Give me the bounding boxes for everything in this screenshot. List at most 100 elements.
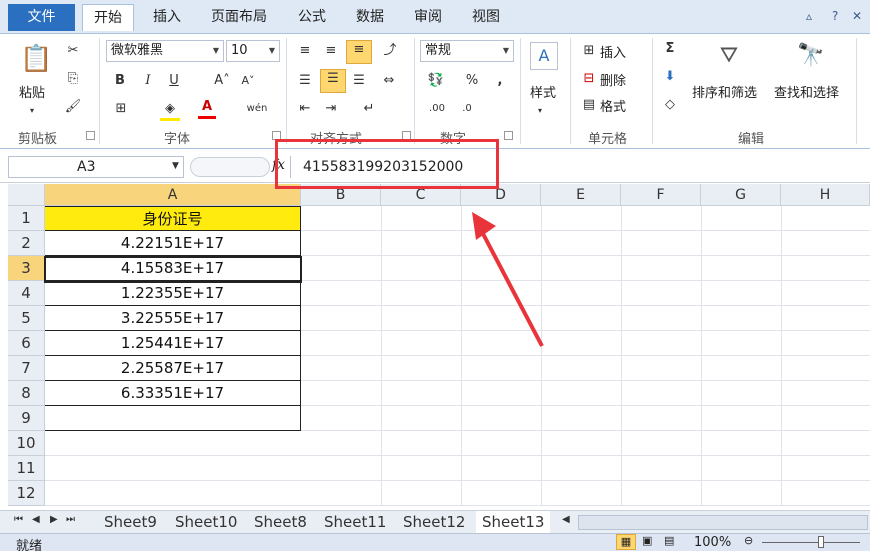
text-orientation-icon[interactable]: ⤴	[380, 42, 400, 60]
wrap-text-icon[interactable]: ↵	[358, 100, 380, 118]
italic-button[interactable]: I	[140, 72, 156, 90]
tab-home[interactable]: 开始	[82, 4, 134, 31]
format-painter-icon[interactable]: 🖌	[64, 98, 82, 116]
find-select-icon[interactable]: 🔭	[794, 40, 828, 72]
cell-a9[interactable]	[45, 406, 301, 431]
row-header[interactable]: 3	[8, 256, 45, 281]
align-middle-icon[interactable]: ≡	[322, 42, 340, 60]
bold-button[interactable]: B	[112, 72, 128, 90]
column-header[interactable]: G	[701, 184, 781, 206]
sheet-tab[interactable]: Sheet8	[254, 511, 307, 533]
zoom-level[interactable]: 100%	[694, 535, 731, 550]
percent-button[interactable]: %	[464, 72, 480, 90]
paste-icon[interactable]: 📋	[20, 42, 52, 76]
cell-a1[interactable]: 身份证号	[45, 206, 301, 231]
cut-icon[interactable]: ✂	[64, 42, 82, 60]
tab-formulas[interactable]: 公式	[288, 4, 336, 31]
cell-a4[interactable]: 1.22355E+17	[45, 281, 301, 306]
decrease-font-icon[interactable]: A˅	[238, 72, 258, 90]
fill-color-icon[interactable]: ◈	[160, 100, 180, 121]
increase-font-icon[interactable]: A˄	[212, 72, 232, 90]
tab-review[interactable]: 审阅	[404, 4, 452, 31]
last-sheet-icon[interactable]: ⏭	[66, 514, 75, 525]
tab-insert[interactable]: 插入	[143, 4, 191, 31]
tab-page-layout[interactable]: 页面布局	[200, 4, 278, 31]
font-size-select[interactable]: 10 ▼	[226, 40, 280, 62]
sheet-tab[interactable]: Sheet10	[175, 511, 237, 533]
name-box-dropdown-icon[interactable]: ▼	[172, 161, 179, 171]
help-icon[interactable]: ?	[832, 9, 838, 23]
sheet-tab[interactable]: Sheet12	[403, 511, 465, 533]
sheet-tab[interactable]: Sheet11	[324, 511, 386, 533]
accounting-format-icon[interactable]: 💱	[426, 72, 446, 90]
row-header[interactable]: 2	[8, 231, 45, 256]
page-break-view-icon[interactable]: ▤	[664, 534, 674, 547]
decrease-decimal-icon[interactable]: .0	[456, 100, 478, 118]
normal-view-icon[interactable]: ▦	[616, 534, 636, 550]
tab-file[interactable]: 文件	[8, 4, 75, 31]
page-layout-view-icon[interactable]: ▣	[642, 534, 652, 547]
paste-dropdown-icon[interactable]: ▾	[30, 102, 34, 120]
styles-icon[interactable]: A	[530, 42, 558, 70]
align-center-icon[interactable]: ☰	[320, 69, 346, 93]
copy-icon[interactable]: ⎘	[64, 70, 82, 88]
close-icon[interactable]: ✕	[852, 9, 862, 23]
tab-view[interactable]: 视图	[462, 4, 510, 31]
cell-a6[interactable]: 1.25441E+17	[45, 331, 301, 356]
select-all-corner[interactable]	[8, 184, 45, 206]
cell-a5[interactable]: 3.22555E+17	[45, 306, 301, 331]
zoom-slider[interactable]	[762, 542, 860, 543]
increase-indent-icon[interactable]: ⇥	[322, 100, 340, 118]
font-name-select[interactable]: 微软雅黑 ▼	[106, 40, 224, 62]
cell-a2[interactable]: 4.22151E+17	[45, 231, 301, 256]
sort-filter-icon[interactable]: ⛛	[712, 40, 746, 72]
underline-button[interactable]: U	[166, 72, 182, 90]
horizontal-scrollbar[interactable]	[578, 515, 868, 530]
row-header[interactable]: 8	[8, 381, 45, 406]
font-color-icon[interactable]: A	[198, 98, 216, 119]
insert-cells-button[interactable]: 插入	[600, 42, 626, 61]
comma-button[interactable]: ,	[494, 72, 506, 90]
styles-dropdown-icon[interactable]: ▾	[538, 102, 542, 120]
row-header[interactable]: 10	[8, 431, 45, 456]
align-bottom-icon[interactable]: ≡	[346, 40, 372, 64]
row-header[interactable]: 9	[8, 406, 45, 431]
format-cells-icon[interactable]: ▤	[580, 96, 598, 114]
fill-icon[interactable]: ⬇	[662, 68, 678, 86]
formula-bar-splitter[interactable]	[190, 157, 270, 177]
cell-a8[interactable]: 6.33351E+17	[45, 381, 301, 406]
zoom-slider-thumb[interactable]	[818, 536, 824, 548]
first-sheet-icon[interactable]: ⏮	[14, 514, 23, 525]
row-header[interactable]: 4	[8, 281, 45, 306]
column-header[interactable]: H	[781, 184, 870, 206]
next-sheet-icon[interactable]: ▶	[50, 514, 58, 525]
row-header[interactable]: 7	[8, 356, 45, 381]
align-right-icon[interactable]: ☰	[350, 72, 368, 90]
decrease-indent-icon[interactable]: ⇤	[296, 100, 314, 118]
number-format-select[interactable]: 常规 ▼	[420, 40, 514, 62]
sort-filter-button[interactable]: 排序和筛选	[692, 82, 757, 101]
align-left-icon[interactable]: ☰	[296, 72, 314, 90]
clipboard-launcher-icon[interactable]	[86, 131, 95, 140]
row-header[interactable]: 11	[8, 456, 45, 481]
column-header[interactable]: A	[45, 184, 301, 206]
prev-sheet-icon[interactable]: ◀	[32, 514, 40, 525]
paste-button[interactable]: 粘贴	[19, 82, 45, 101]
clear-icon[interactable]: ◇	[662, 96, 678, 114]
zoom-out-icon[interactable]: ⊖	[744, 534, 753, 547]
name-box[interactable]: A3	[8, 156, 184, 178]
align-top-icon[interactable]: ≡	[296, 42, 314, 60]
delete-cells-icon[interactable]: ⊟	[580, 70, 598, 88]
borders-icon[interactable]: ⊞	[112, 100, 130, 118]
column-header[interactable]: F	[621, 184, 701, 206]
delete-cells-button[interactable]: 删除	[600, 70, 626, 89]
scroll-left-icon[interactable]: ◀	[562, 514, 570, 525]
autosum-button[interactable]: Σ	[662, 40, 678, 58]
phonetic-guide-icon[interactable]: wén	[246, 100, 268, 118]
tab-data[interactable]: 数据	[346, 4, 394, 31]
insert-cells-icon[interactable]: ⊞	[580, 42, 598, 60]
sheet-tab-active[interactable]: Sheet13	[476, 511, 551, 533]
find-select-button[interactable]: 查找和选择	[774, 82, 839, 101]
row-header[interactable]: 6	[8, 331, 45, 356]
cell-a7[interactable]: 2.25587E+17	[45, 356, 301, 381]
